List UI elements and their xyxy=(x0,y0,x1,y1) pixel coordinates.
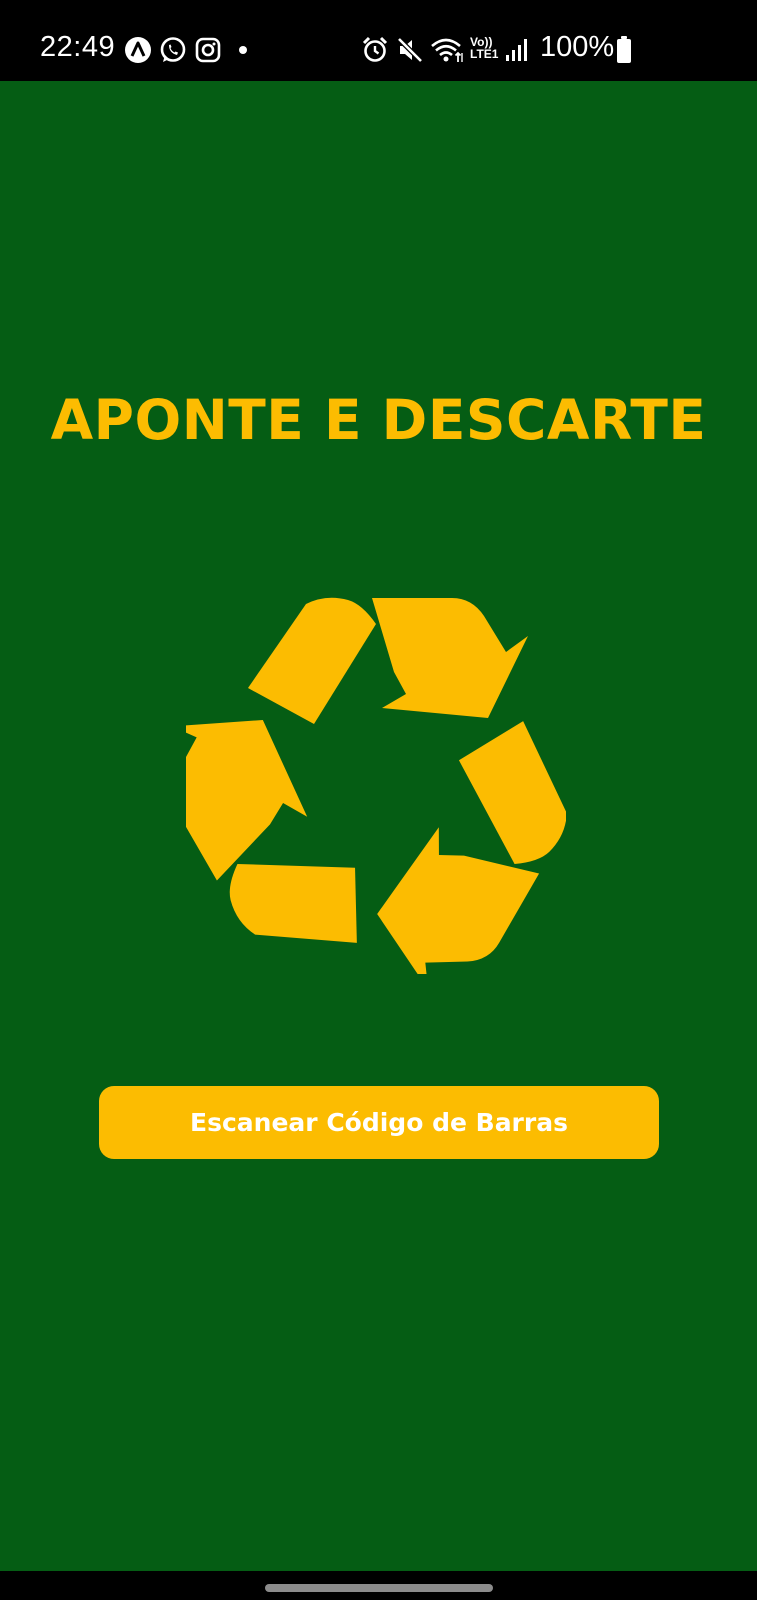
recycle-arrow-tail xyxy=(248,597,376,724)
recycle-arrow-3 xyxy=(171,720,357,943)
wifi-icon xyxy=(431,38,463,62)
recycle-arrow-1 xyxy=(248,597,528,724)
mute-icon xyxy=(397,37,423,63)
battery-percent: 100% xyxy=(540,31,615,63)
recycle-arrow-tail xyxy=(458,721,567,864)
scan-barcode-button[interactable]: Escanear Código de Barras xyxy=(99,1086,659,1159)
home-gesture-handle[interactable] xyxy=(265,1584,493,1592)
battery-icon xyxy=(617,36,631,63)
recycle-arrow-head xyxy=(372,598,528,718)
lte-label: LTE1 xyxy=(470,47,499,61)
alarm-icon xyxy=(362,36,388,62)
signal-icon xyxy=(506,39,527,61)
network-type-label: Vo)) LTE1 xyxy=(470,36,498,60)
instagram-icon xyxy=(195,37,221,63)
status-bar: 22:49 Vo)) LTE1 100% xyxy=(0,0,757,81)
recycle-logo xyxy=(171,594,567,990)
recycle-arrow-2 xyxy=(377,721,567,990)
app-title: APONTE E DESCARTE xyxy=(50,388,707,452)
whatsapp-icon xyxy=(160,37,186,62)
app-screen: 22:49 Vo)) LTE1 100% APONTE E DESCARTE E… xyxy=(0,0,757,1600)
recycle-icon xyxy=(171,597,567,990)
status-time: 22:49 xyxy=(40,31,116,63)
dot-icon xyxy=(239,46,247,54)
app-a-icon xyxy=(125,37,151,63)
